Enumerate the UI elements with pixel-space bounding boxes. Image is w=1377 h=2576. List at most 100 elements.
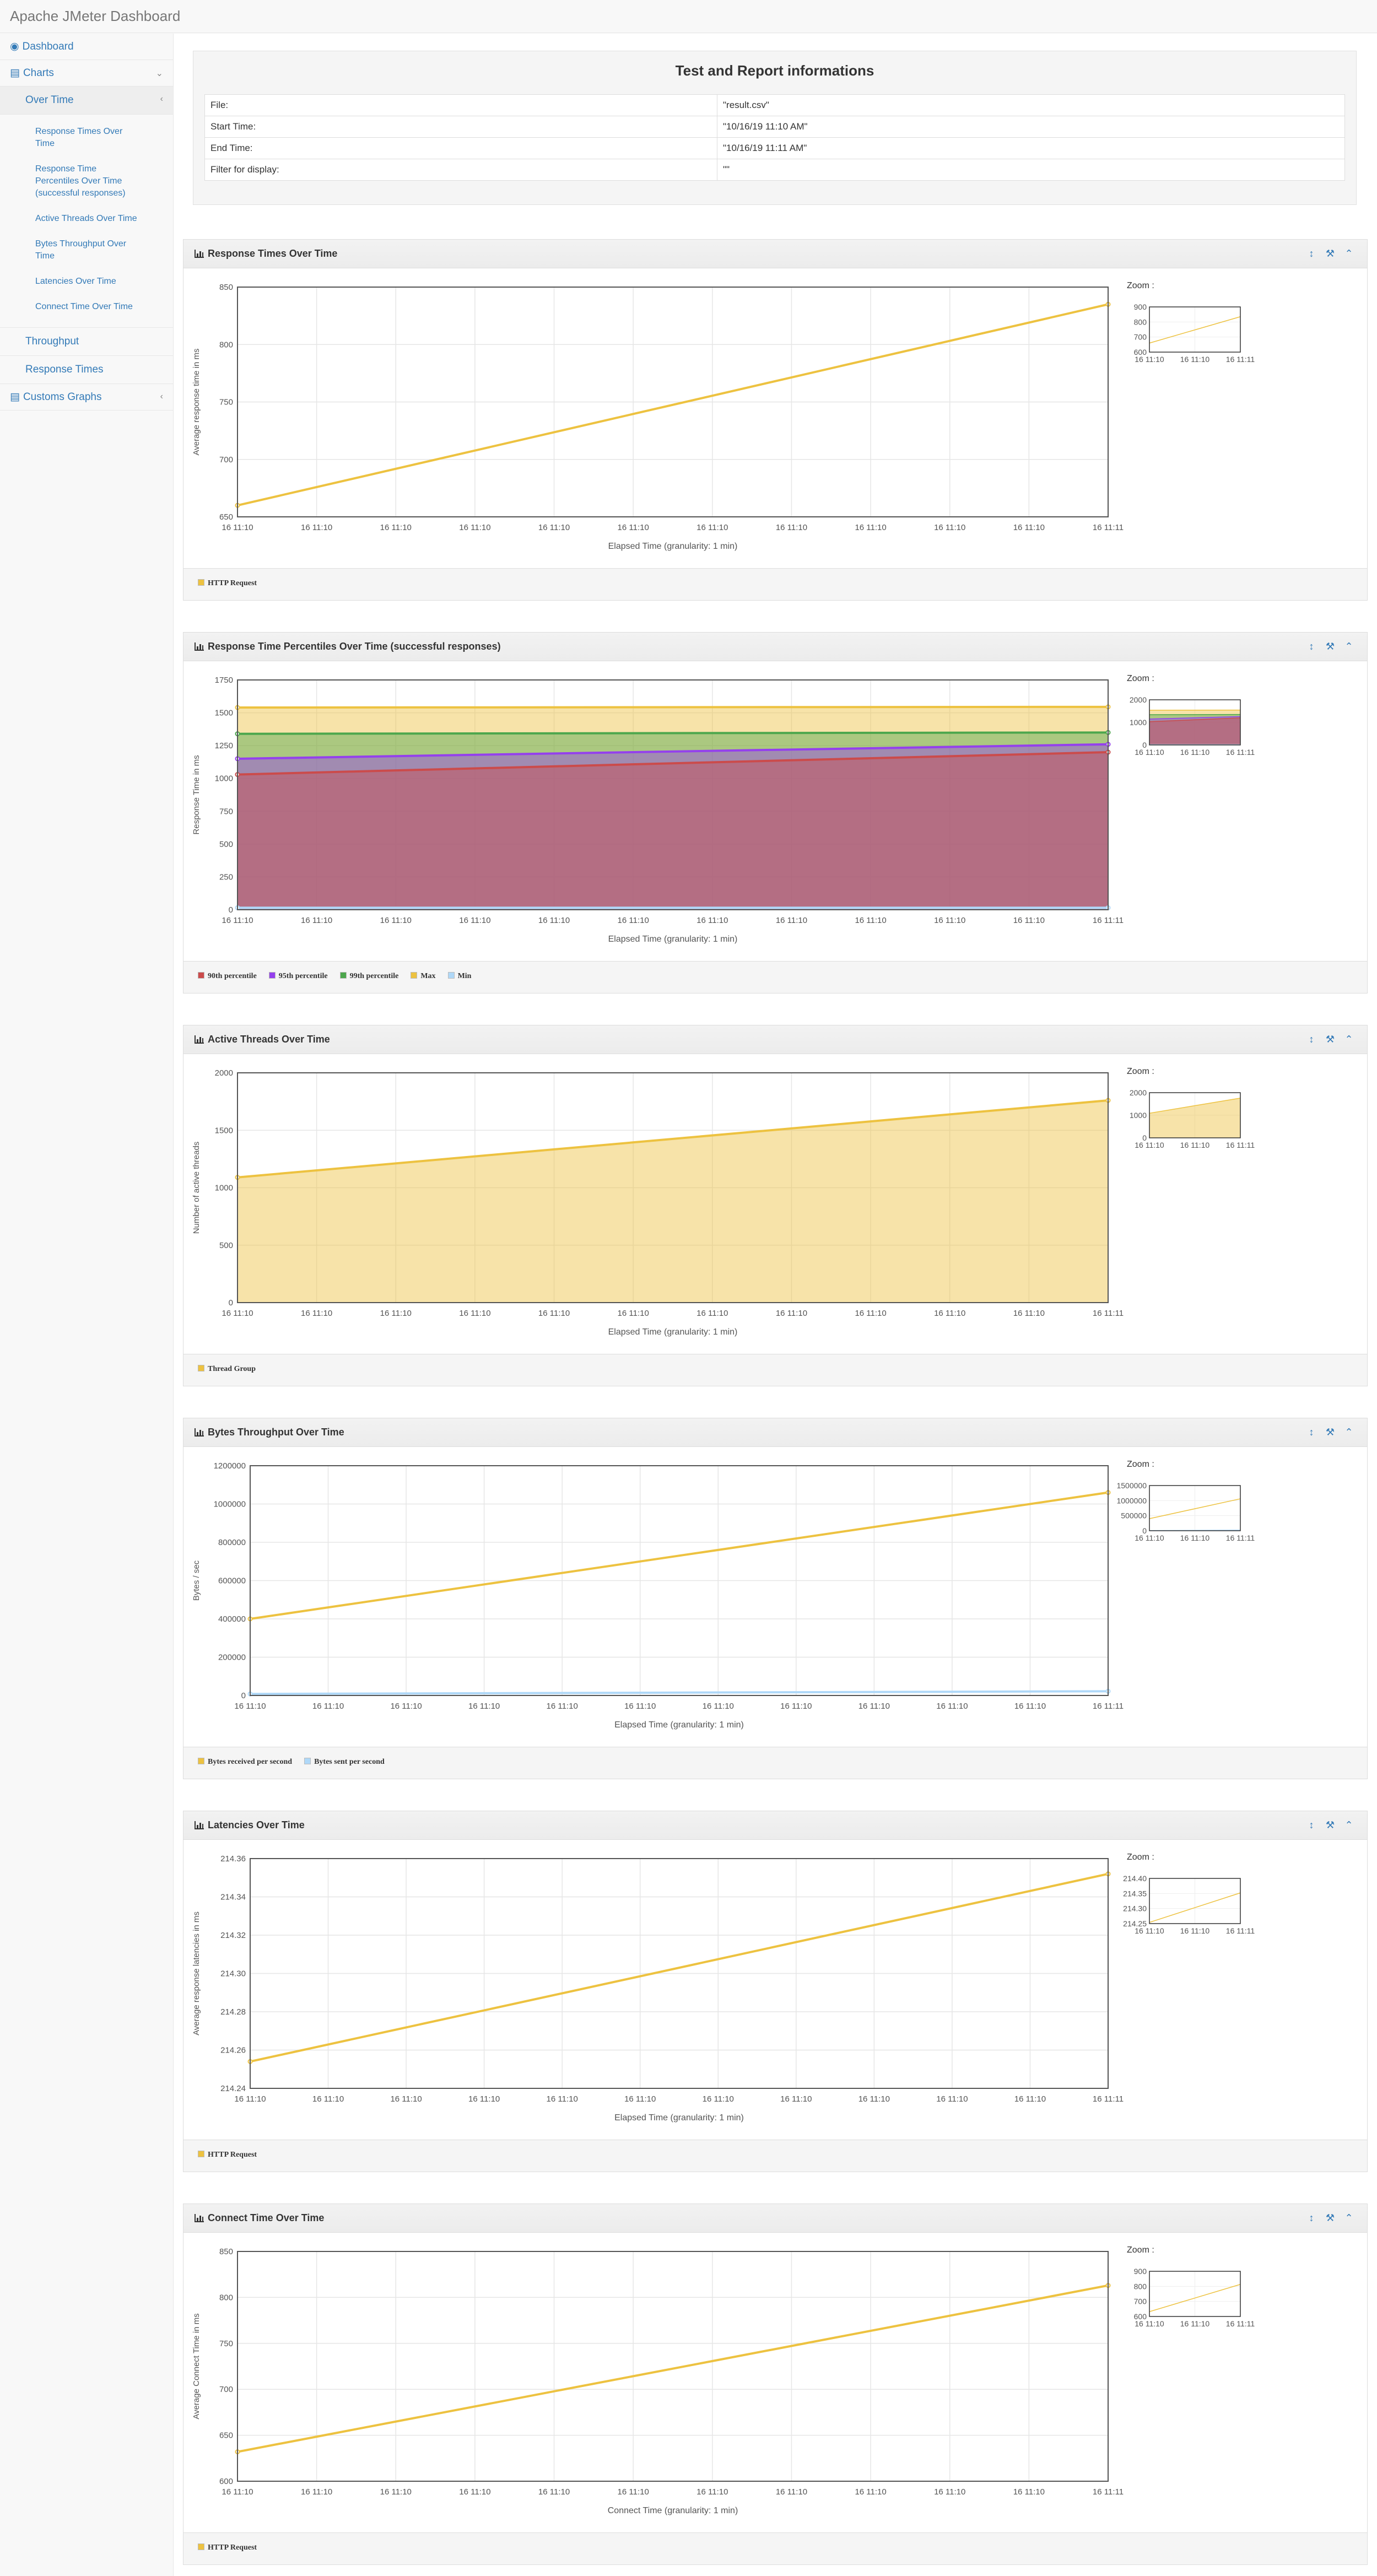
y-tick-label: 214.36 bbox=[220, 1854, 246, 1864]
chevron-up-icon[interactable]: ⌃ bbox=[1342, 1818, 1356, 1832]
y-tick-label: 0 bbox=[241, 1691, 246, 1700]
resize-icon[interactable]: ↕ bbox=[1304, 639, 1319, 654]
sidebar-item-active-threads[interactable]: Active Threads Over Time bbox=[0, 206, 173, 231]
legend-item[interactable]: Max bbox=[411, 972, 436, 981]
bar-chart-icon: ▤ bbox=[10, 391, 20, 403]
legend-item[interactable]: Min bbox=[447, 972, 471, 981]
sidebar-item-throughput[interactable]: Throughput bbox=[0, 328, 173, 356]
sidebar-item-response-times[interactable]: Response Times bbox=[0, 356, 173, 384]
zoom-y-tick-label: 600 bbox=[1134, 348, 1147, 357]
y-tick-label: 850 bbox=[219, 2247, 233, 2256]
chart-panel-header: Active Threads Over Time ↕ ⚒ ⌃ bbox=[183, 1025, 1367, 1054]
zoom-x-tick-label: 16 11:10 bbox=[1180, 1141, 1210, 1149]
chevron-up-icon[interactable]: ⌃ bbox=[1342, 2211, 1356, 2225]
x-tick-label: 16 11:10 bbox=[547, 2094, 578, 2104]
chart-legend-bar: Thread Group bbox=[183, 1354, 1367, 1386]
legend-item[interactable]: Bytes received per second bbox=[198, 1758, 292, 1767]
resize-icon[interactable]: ↕ bbox=[1304, 2211, 1319, 2225]
chart-svg: 16 11:10 16 11:10 16 11:10 16 11:10 16 11:10… bbox=[192, 1460, 1255, 1730]
sidebar-item-charts[interactable]: ▤ Charts ⌄ bbox=[0, 60, 173, 87]
legend-swatch bbox=[304, 1758, 311, 1764]
x-tick-label: 16 11:10 bbox=[858, 2094, 890, 2104]
x-tick-label: 16 11:10 bbox=[390, 1702, 422, 1711]
settings-icon[interactable]: ⚒ bbox=[1323, 639, 1337, 654]
zoom-x-tick-label: 16 11:11 bbox=[1226, 2319, 1255, 2328]
legend-item[interactable]: HTTP Request bbox=[198, 579, 257, 588]
x-axis-label: Elapsed Time (granularity: 1 min) bbox=[608, 542, 738, 551]
legend-item[interactable]: HTTP Request bbox=[198, 2151, 257, 2159]
x-tick-label: 16 11:10 bbox=[459, 916, 490, 925]
zoom-label: Zoom : bbox=[1127, 674, 1154, 683]
chart-svg: 16 11:10 16 11:10 16 11:10 16 11:10 16 11:10… bbox=[192, 1853, 1255, 2123]
sidebar-item-custom-graphs[interactable]: ▤ Customs Graphs ‹ bbox=[0, 384, 173, 411]
zoom-y-tick-label: 0 bbox=[1142, 1526, 1147, 1535]
sidebar-item-over-time[interactable]: Over Time ‹ bbox=[0, 87, 173, 115]
sidebar-item-label: Active Threads Over Time bbox=[35, 214, 137, 223]
x-tick-label: 16 11:10 bbox=[858, 1702, 890, 1711]
x-tick-label: 16 11:10 bbox=[312, 1702, 344, 1711]
table-row: File: "result.csv" bbox=[204, 94, 1345, 116]
y-tick-label: 2000 bbox=[215, 1068, 233, 1078]
series-area bbox=[237, 1100, 1108, 1303]
sidebar-item-bytes-throughput[interactable]: Bytes Throughput Over Time bbox=[0, 231, 173, 269]
y-tick-label: 214.28 bbox=[220, 2007, 246, 2017]
sidebar-item-response-time-percentiles[interactable]: Response Time Percentiles Over Time (suc… bbox=[0, 156, 165, 206]
sidebar-item-label: Connect Time Over Time bbox=[35, 302, 133, 311]
y-tick-label: 1250 bbox=[215, 741, 233, 750]
zoom-x-tick-label: 16 11:10 bbox=[1180, 1926, 1210, 1935]
settings-icon[interactable]: ⚒ bbox=[1323, 2211, 1337, 2225]
chart-legend-bar: HTTP Request bbox=[183, 2532, 1367, 2564]
x-tick-label: 16 11:10 bbox=[222, 523, 253, 532]
zoom-y-tick-label: 1000 bbox=[1130, 718, 1147, 727]
sidebar-item-dashboard[interactable]: ◉ Dashboard bbox=[0, 34, 173, 60]
app-title[interactable]: Apache JMeter Dashboard bbox=[10, 8, 180, 25]
legend-item[interactable]: 95th percentile bbox=[268, 972, 328, 981]
info-label: File: bbox=[204, 94, 717, 116]
sidebar-item-response-times-over-time[interactable]: Response Times Over Time bbox=[0, 119, 173, 156]
legend-item[interactable]: HTTP Request bbox=[198, 2543, 257, 2552]
x-tick-label: 16 11:10 bbox=[934, 2487, 965, 2497]
resize-icon[interactable]: ↕ bbox=[1304, 1818, 1319, 1832]
sidebar-item-label: Latencies Over Time bbox=[35, 277, 116, 286]
legend-swatch bbox=[268, 972, 276, 979]
legend-item[interactable]: 99th percentile bbox=[339, 972, 398, 981]
legend-label: HTTP Request bbox=[208, 2543, 257, 2552]
settings-icon[interactable]: ⚒ bbox=[1323, 246, 1337, 261]
x-tick-label: 16 11:10 bbox=[618, 2487, 649, 2497]
settings-icon[interactable]: ⚒ bbox=[1323, 1032, 1337, 1046]
resize-icon[interactable]: ↕ bbox=[1304, 1032, 1319, 1046]
chevron-up-icon[interactable]: ⌃ bbox=[1342, 246, 1356, 261]
x-tick-label: 16 11:10 bbox=[934, 523, 965, 532]
info-label: Filter for display: bbox=[204, 159, 717, 181]
zoom-x-tick-label: 16 11:11 bbox=[1226, 355, 1255, 364]
zoom-y-tick-label: 500000 bbox=[1121, 1511, 1147, 1520]
chevron-left-icon: ‹ bbox=[160, 94, 163, 104]
series-line bbox=[237, 303, 1109, 507]
sidebar-item-connect-time[interactable]: Connect Time Over Time bbox=[0, 294, 173, 320]
chevron-up-icon[interactable]: ⌃ bbox=[1342, 1032, 1356, 1046]
legend-item[interactable]: Thread Group bbox=[198, 1365, 256, 1374]
sidebar-item-label: Response Times bbox=[25, 364, 104, 375]
x-tick-label: 16 11:10 bbox=[312, 2094, 344, 2104]
settings-icon[interactable]: ⚒ bbox=[1323, 1818, 1337, 1832]
y-tick-label: 650 bbox=[219, 2431, 233, 2440]
settings-icon[interactable]: ⚒ bbox=[1323, 1425, 1337, 1439]
resize-icon[interactable]: ↕ bbox=[1304, 1425, 1319, 1439]
x-tick-label: 16 11:10 bbox=[780, 1702, 812, 1711]
resize-icon[interactable]: ↕ bbox=[1304, 246, 1319, 261]
info-value: "10/16/19 11:10 AM" bbox=[717, 116, 1345, 138]
x-tick-label: 16 11:10 bbox=[618, 916, 649, 925]
sidebar-item-latencies[interactable]: Latencies Over Time bbox=[0, 269, 173, 294]
zoom-label: Zoom : bbox=[1127, 2245, 1154, 2255]
zoom-label: Zoom : bbox=[1127, 1067, 1154, 1076]
zoom-y-tick-label: 1000 bbox=[1130, 1111, 1147, 1120]
legend-item[interactable]: 90th percentile bbox=[198, 972, 257, 981]
chevron-up-icon[interactable]: ⌃ bbox=[1342, 639, 1356, 654]
report-info-panel: Test and Report informations File: "resul… bbox=[193, 51, 1357, 205]
zoom-x-tick-label: 16 11:11 bbox=[1226, 1533, 1255, 1542]
legend-item[interactable]: Bytes sent per second bbox=[304, 1758, 385, 1767]
bar-chart-icon bbox=[195, 1428, 204, 1436]
x-tick-label: 16 11:10 bbox=[468, 1702, 500, 1711]
y-tick-label: 1000 bbox=[215, 1184, 233, 1193]
chevron-up-icon[interactable]: ⌃ bbox=[1342, 1425, 1356, 1439]
